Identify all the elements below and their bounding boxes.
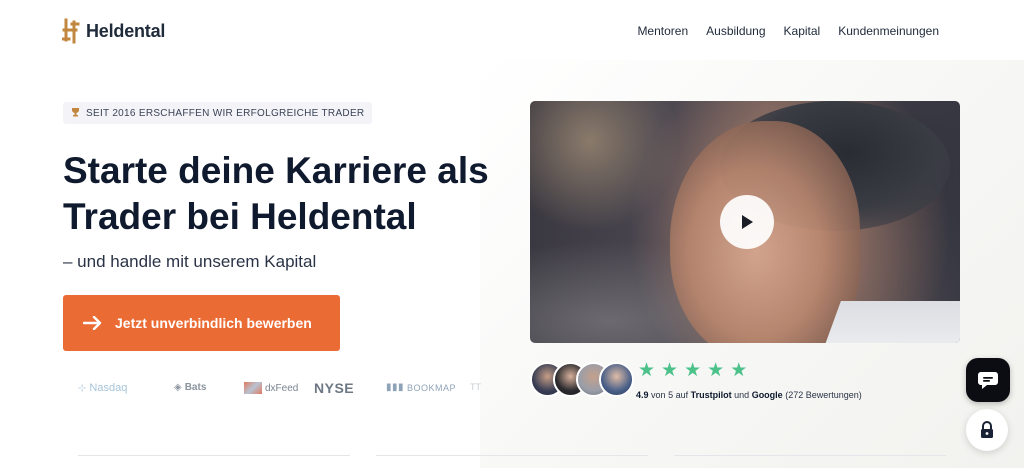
privacy-settings-button[interactable] <box>966 409 1008 451</box>
brand-name: Heldental <box>86 20 166 41</box>
rating-source-trustpilot: Trustpilot <box>690 390 732 400</box>
partner-logo-bookmap: ▮▮▮ BOOKMAP <box>386 382 456 393</box>
nav-item-mentoren[interactable]: Mentoren <box>637 24 688 38</box>
main-nav: Mentoren Ausbildung Kapital Kundenmeinun… <box>637 24 939 38</box>
brand-logo[interactable]: Heldental <box>62 18 165 44</box>
partner-name: TT <box>470 382 481 392</box>
nav-item-kundenmeinungen[interactable]: Kundenmeinungen <box>838 24 939 38</box>
page-title: Starte deine Karriere als Trader bei Hel… <box>63 150 489 237</box>
partner-logo-nyse: NYSE <box>314 380 354 396</box>
star-icon: ★ <box>638 360 656 381</box>
partner-logo-nasdaq: ⊹ Nasdaq <box>78 382 127 394</box>
trophy-icon <box>71 107 80 120</box>
badge-text: SEIT 2016 ERSCHAFFEN WIR ERFOLGREICHE TR… <box>86 107 365 119</box>
apply-button[interactable]: Jetzt unverbindlich bewerben <box>63 295 340 351</box>
arrow-right-icon <box>83 316 102 330</box>
rating-max: 5 <box>668 390 674 400</box>
hero-badge: SEIT 2016 ERSCHAFFEN WIR ERFOLGREICHE TR… <box>63 102 373 124</box>
chat-widget-button[interactable] <box>966 358 1010 402</box>
rating-word-und: und <box>734 390 750 400</box>
dxfeed-logo-icon <box>244 382 262 394</box>
video-thumbnail-collar <box>819 301 960 343</box>
partner-name: dxFeed <box>265 382 299 394</box>
hero-video[interactable] <box>530 101 960 343</box>
section-divider <box>376 455 648 456</box>
mentor-avatars <box>530 362 634 398</box>
lock-icon <box>981 421 993 438</box>
section-divider <box>674 455 946 456</box>
partner-name: Nasdaq <box>89 382 128 394</box>
rating-word-von: von <box>651 390 666 400</box>
rating-word-auf: auf <box>675 390 689 400</box>
nasdaq-logo-icon: ⊹ <box>78 382 87 394</box>
rating-source-google: Google <box>751 390 783 400</box>
nav-item-kapital[interactable]: Kapital <box>784 24 821 38</box>
rating-count: (272 Bewertungen) <box>785 390 862 400</box>
rating-score: 4.9 <box>636 390 649 400</box>
bats-logo-icon: ◈ <box>174 382 182 393</box>
chat-bubble-icon <box>978 372 998 389</box>
avatar <box>599 362 634 397</box>
partner-name: BOOKMAP <box>407 382 457 393</box>
heldental-logo-icon <box>62 18 80 44</box>
star-icon: ★ <box>661 360 679 381</box>
star-icon: ★ <box>707 360 725 381</box>
nav-item-ausbildung[interactable]: Ausbildung <box>706 24 765 38</box>
rating-stars: ★ ★ ★ ★ ★ <box>638 360 748 381</box>
play-button[interactable] <box>720 195 774 249</box>
partner-logo-tt: TT <box>470 382 481 392</box>
partner-name: NYSE <box>314 380 355 396</box>
hero-subtitle: – und handle mit unserem Kapital <box>63 252 317 271</box>
site-header: Heldental Mentoren Ausbildung Kapital Ku… <box>0 0 1024 64</box>
play-icon <box>742 215 753 229</box>
star-icon: ★ <box>730 360 748 381</box>
rating-text: 4.9 von 5 auf Trustpilot und Google (272… <box>636 390 862 400</box>
partner-logo-dxfeed: dxFeed <box>244 382 298 394</box>
bookmap-logo-icon: ▮▮▮ <box>386 382 405 393</box>
star-icon: ★ <box>684 360 702 381</box>
partner-logos: ⊹ Nasdaq ◈ Bats dxFeed NYSE ▮▮▮ BOOKMAP … <box>78 380 498 402</box>
partner-logo-bats: ◈ Bats <box>174 382 206 393</box>
section-divider <box>78 455 350 456</box>
apply-button-label: Jetzt unverbindlich bewerben <box>115 315 312 331</box>
partner-name: Bats <box>184 382 207 393</box>
